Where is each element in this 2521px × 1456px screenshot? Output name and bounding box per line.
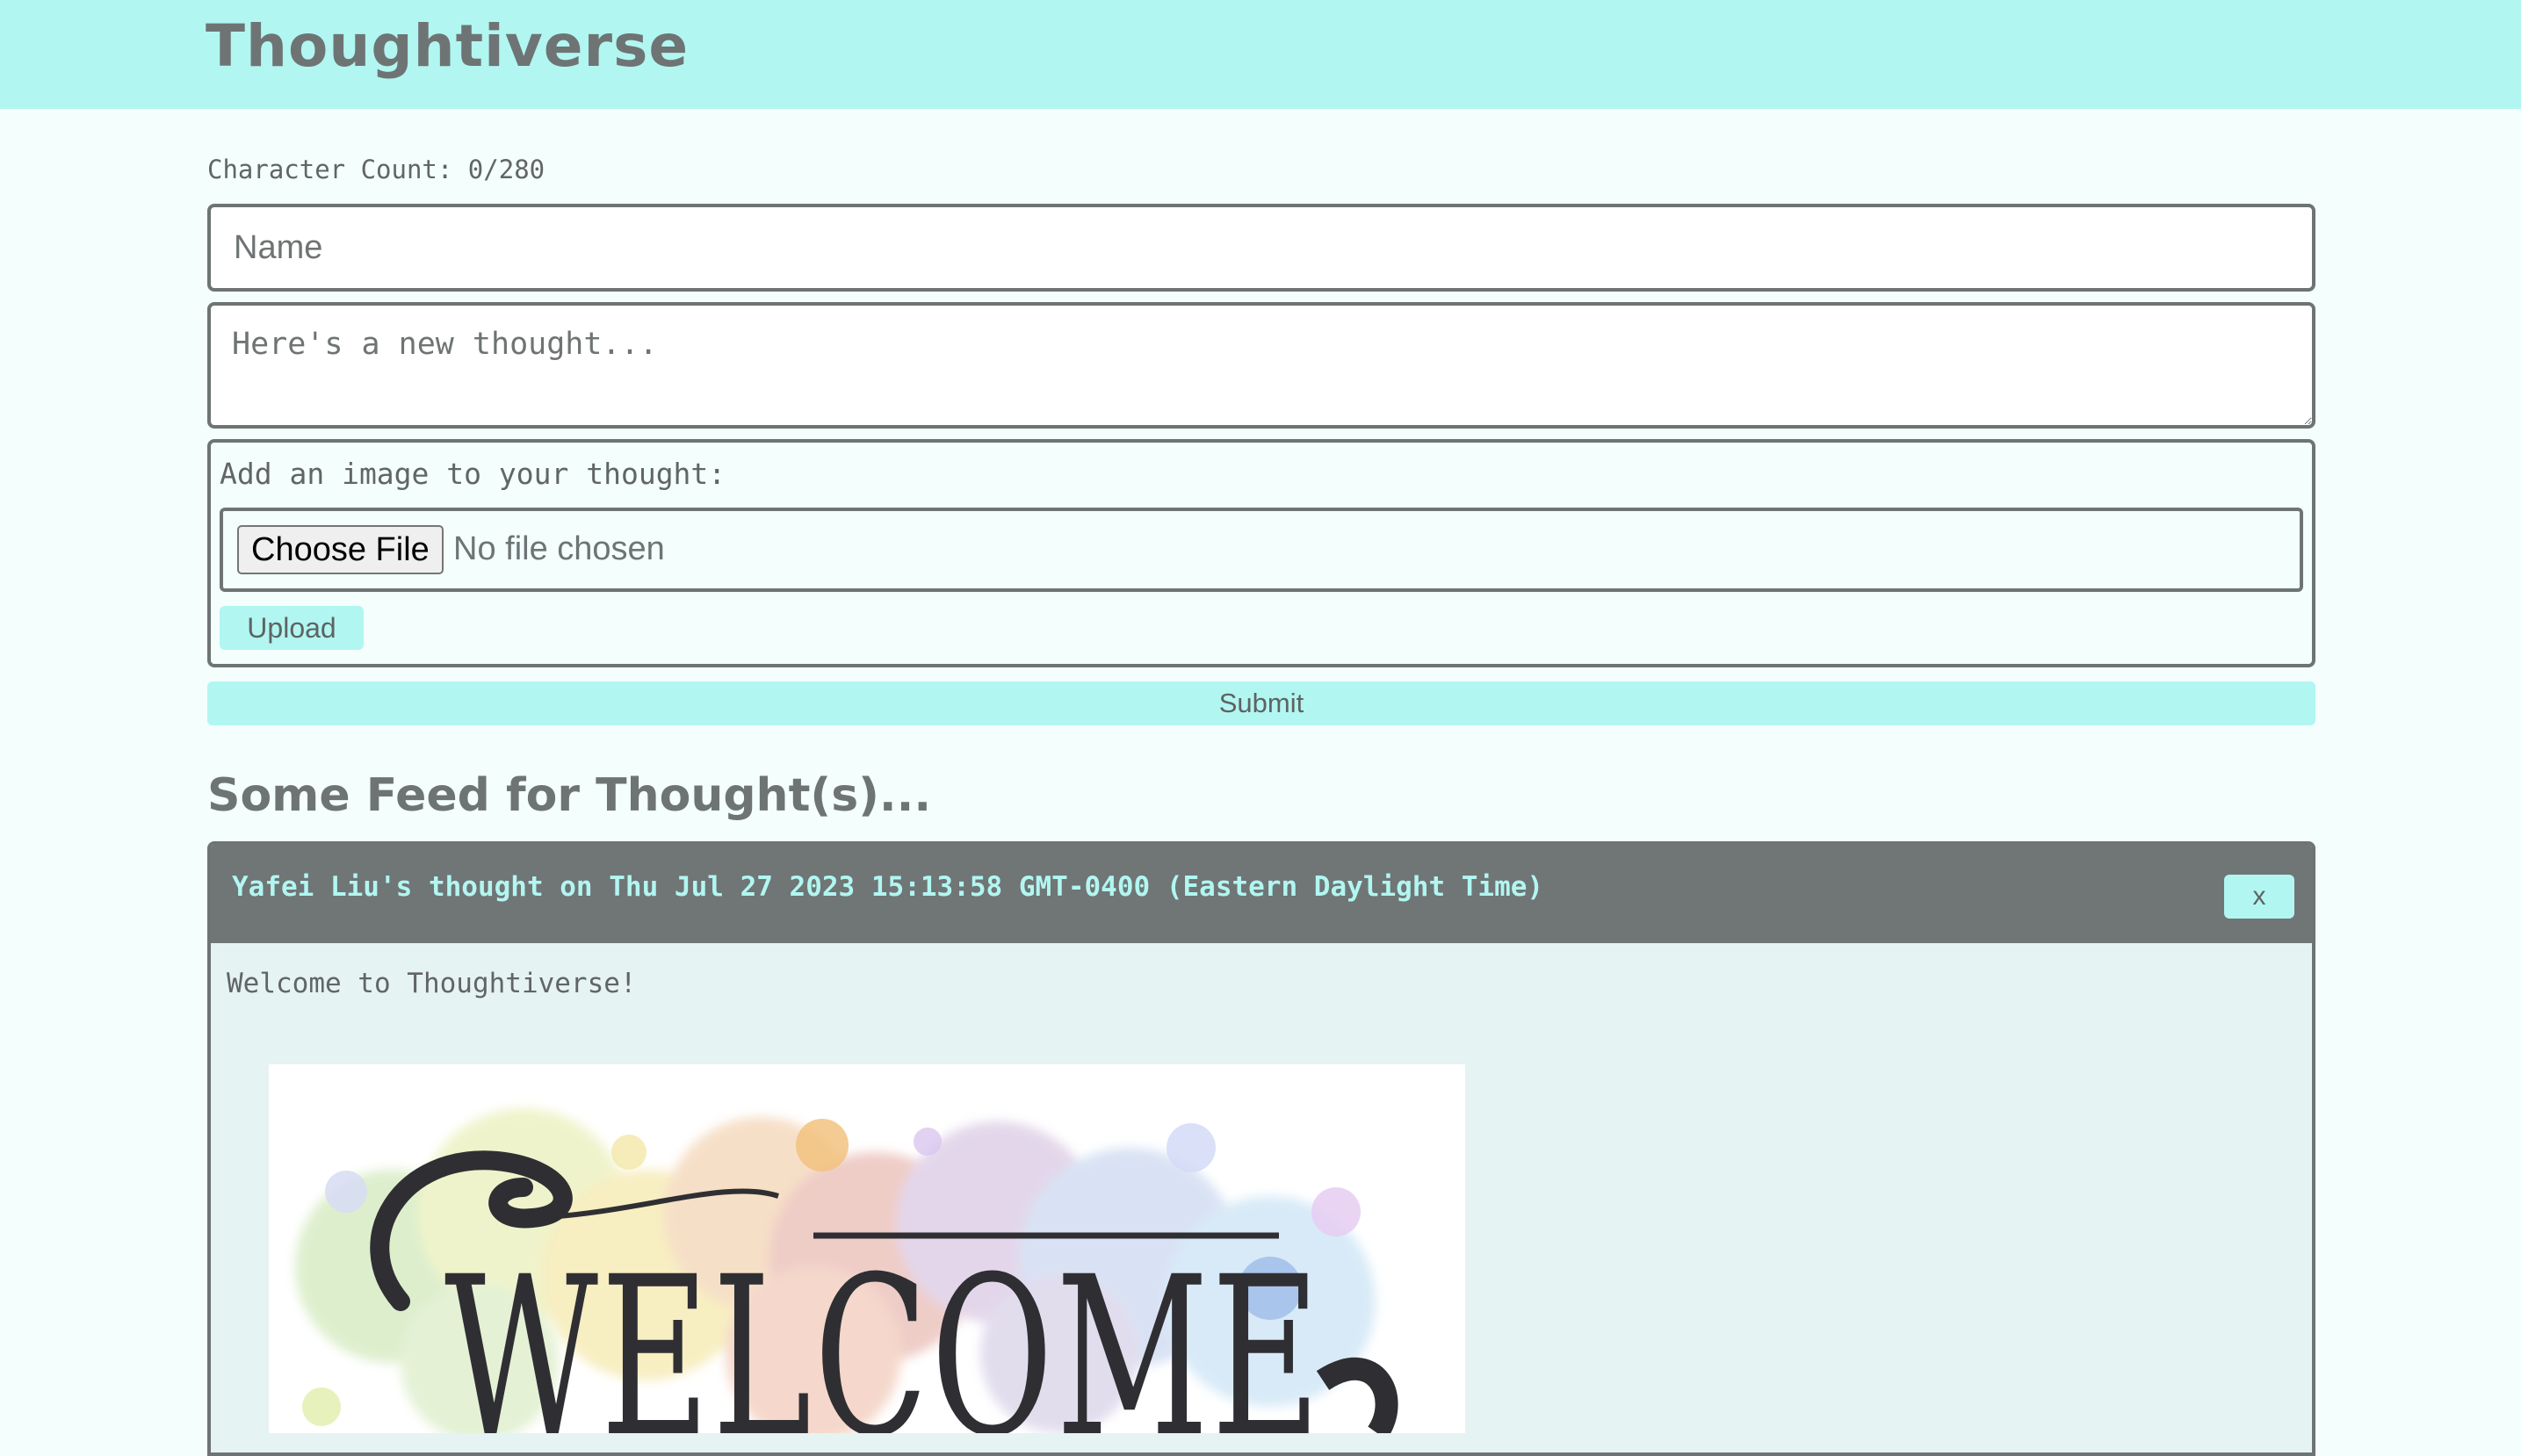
welcome-image: WELCOME [295,1108,1398,1433]
image-upload-label: Add an image to your thought: [220,457,726,491]
upload-button[interactable]: Upload [220,606,364,650]
image-upload-section: Add an image to your thought: Choose Fil… [207,439,2315,667]
file-status-text: No file chosen [453,530,665,567]
thought-text: Welcome to Thoughtiverse! [227,968,637,999]
feed-title: Some Feed for Thought(s)... [207,769,932,822]
delete-thought-button[interactable]: x [2224,875,2294,919]
thought-card: Yafei Liu's thought on Thu Jul 27 2023 1… [207,841,2315,1456]
choose-file-button[interactable]: Choose File [237,525,444,574]
thought-meta: Yafei Liu's thought on Thu Jul 27 2023 1… [232,871,1544,903]
thought-card-header: Yafei Liu's thought on Thu Jul 27 2023 1… [211,845,2312,943]
thought-image: WELCOME [269,1064,1465,1433]
name-input[interactable] [207,204,2315,292]
app-header: Thoughtiverse [0,0,2521,109]
file-input: Choose File No file chosen [220,508,2303,592]
character-count: Character Count: 0/280 [207,155,545,184]
welcome-image-text: WELCOME [444,1229,1323,1433]
app-title: Thoughtiverse [206,12,690,80]
thought-input[interactable] [207,302,2315,429]
submit-button[interactable]: Submit [207,681,2315,725]
